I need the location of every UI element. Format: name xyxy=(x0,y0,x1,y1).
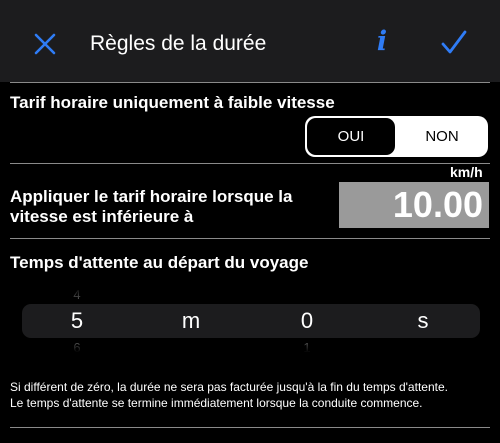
info-button[interactable]: i xyxy=(371,27,393,57)
section-divider xyxy=(10,238,490,239)
close-x-icon xyxy=(34,33,56,55)
section-divider xyxy=(10,82,490,83)
section-divider xyxy=(10,163,490,164)
header-bar: Règles de la durée i xyxy=(0,0,500,82)
wait-time-label: Temps d'attente au départ du voyage xyxy=(10,253,309,272)
picker-seconds-value[interactable]: 0 xyxy=(295,304,319,338)
speed-unit-label: km/h xyxy=(450,164,483,180)
speed-label-line1: Appliquer le tarif horaire lorsque la xyxy=(10,187,293,206)
checkmark-icon xyxy=(441,30,467,54)
picker-fade-bottom xyxy=(22,338,480,356)
wait-time-footnote: Si différent de zéro, la durée ne sera p… xyxy=(10,379,495,411)
option-oui[interactable]: OUI xyxy=(307,118,395,155)
tariff-segmented-control: OUI NON xyxy=(305,116,488,157)
footnote-line1: Si différent de zéro, la durée ne sera p… xyxy=(10,380,448,394)
option-non[interactable]: NON xyxy=(398,118,486,155)
speed-label-line2: vitesse est inférieure à xyxy=(10,207,194,226)
confirm-button[interactable] xyxy=(439,28,469,58)
section-divider xyxy=(10,427,490,428)
picker-seconds-unit: s xyxy=(417,308,429,333)
picker-minutes-unit: m xyxy=(181,308,201,333)
wait-time-picker[interactable]: 4 6 1 5 m 0 s xyxy=(22,284,480,356)
page-title: Règles de la durée xyxy=(90,32,267,55)
tariff-label: Tarif horaire uniquement à faible vitess… xyxy=(10,93,335,112)
info-i-icon: i xyxy=(376,26,388,57)
picker-fade-top xyxy=(22,284,480,304)
picker-minutes-value[interactable]: 5 xyxy=(65,304,89,338)
footnote-line2: Le temps d'attente se termine immédiatem… xyxy=(10,396,423,410)
close-button[interactable] xyxy=(30,29,60,59)
speed-threshold-input[interactable] xyxy=(339,182,489,228)
